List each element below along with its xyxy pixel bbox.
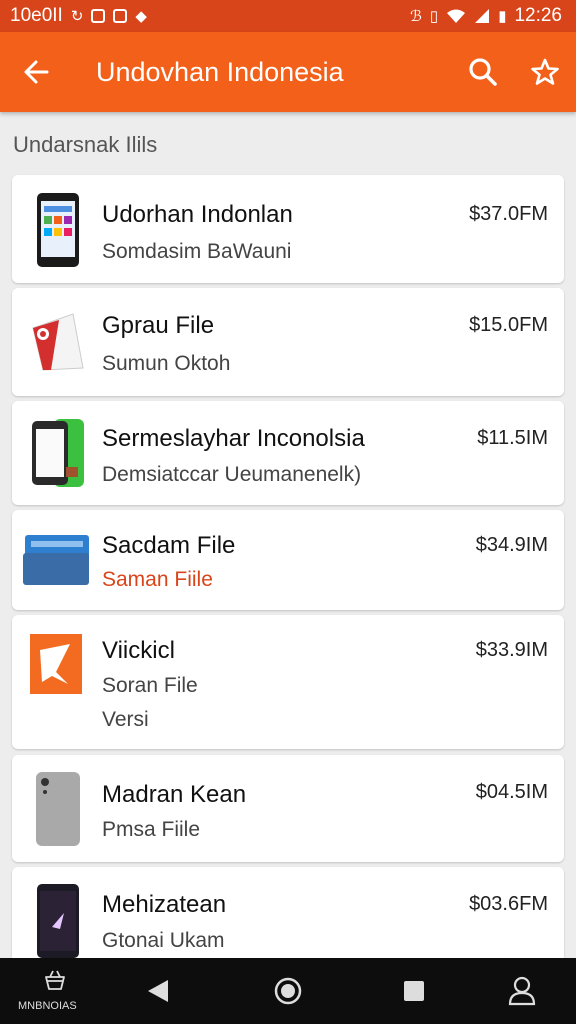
item-subtitle: Soran File (102, 674, 198, 697)
list-item[interactable]: Viickicl Soran File Versi $33.9IM (12, 615, 564, 749)
list-item[interactable]: Udorhan Indonlan Somdasim BaWauni $37.0F… (12, 175, 564, 283)
status-left-text: 10e0II (10, 5, 63, 26)
list-item[interactable]: Mehizatean Gtonai Ukam $03.6FM (12, 867, 564, 967)
section-label: Undarsnak Ilils (13, 132, 158, 157)
page-title: Undovhan Indonesia (96, 56, 344, 87)
square-recents-icon (404, 981, 424, 1001)
sync-icon: ↻ (70, 7, 84, 25)
item-title: Mehizatean (102, 891, 227, 918)
app-notification-icon: ◆ (135, 7, 147, 25)
nav-label: MNBNOIAS (18, 1000, 77, 1012)
triangle-back-icon (148, 980, 168, 1002)
item-title: Sermeslayhar Inconolsia (102, 425, 365, 452)
profile-nav-button[interactable] (494, 958, 550, 1024)
home-circle-icon (274, 977, 302, 1005)
vibrate-icon: ▯ (429, 7, 439, 25)
list-item[interactable]: Sacdam File Saman Fiile $34.9IM (12, 510, 564, 610)
item-price: $04.5IM (475, 781, 548, 803)
star-icon (531, 58, 559, 85)
list-item[interactable]: Sermeslayhar Inconolsia Demsiatccar Ueum… (12, 401, 564, 505)
notification-icon (91, 9, 106, 23)
folder-thumbnail (20, 524, 92, 594)
bluetooth-icon: ℬ (410, 7, 422, 25)
phone-thumbnail (28, 883, 88, 959)
mail-icon (113, 9, 128, 23)
navigation-bar: MNBNOIAS (0, 958, 576, 1024)
item-price: $11.5IM (477, 427, 548, 449)
phone-thumbnail (28, 415, 88, 491)
app-thumbnail (30, 633, 82, 695)
status-time: 12:26 (514, 5, 562, 26)
back-nav-button[interactable] (130, 958, 186, 1024)
recents-nav-button[interactable] (386, 958, 442, 1024)
item-subtitle: Gtonai Ukam (102, 929, 225, 952)
status-right: ℬ ▯ ▮ 12:26 (410, 5, 562, 27)
item-price: $15.0FM (469, 314, 548, 336)
wifi-icon (447, 9, 466, 23)
battery-icon: ▮ (498, 7, 507, 25)
status-bar: 10e0II ↻ ◆ ℬ ▯ ▮ 12:26 (0, 0, 576, 32)
basket-button[interactable] (20, 958, 90, 1024)
item-title: Madran Kean (102, 781, 247, 808)
item-subtitle: Saman Fiile (102, 568, 213, 591)
search-button[interactable] (452, 32, 514, 112)
person-icon (508, 976, 536, 1006)
item-price: $03.6FM (469, 893, 548, 915)
item-price: $37.0FM (469, 203, 548, 225)
signal-icon (475, 9, 490, 23)
item-title: Gprau File (102, 312, 215, 339)
status-left: 10e0II ↻ ◆ (10, 5, 147, 27)
app-bar: Undovhan Indonesia (0, 32, 576, 112)
item-version: Versi (102, 708, 149, 731)
item-subtitle: Demsiatccar Ueumanenelk) (102, 463, 362, 486)
item-title: Viickicl (102, 637, 175, 664)
item-subtitle: Pmsa Fiile (102, 818, 201, 841)
item-subtitle: Sumun Oktoh (102, 352, 231, 375)
list-item[interactable]: Madran Kean Pmsa Fiile $04.5IM (12, 755, 564, 862)
home-nav-button[interactable] (259, 958, 317, 1024)
back-button[interactable] (0, 32, 72, 112)
favorite-button[interactable] (514, 32, 576, 112)
item-title: Udorhan Indonlan (102, 201, 293, 228)
item-title: Sacdam File (102, 532, 236, 559)
back-arrow-icon (24, 60, 49, 84)
item-price: $34.9IM (475, 534, 548, 556)
phone-thumbnail (28, 191, 88, 269)
item-price: $33.9IM (475, 639, 548, 661)
file-thumbnail (28, 306, 88, 378)
phone-thumbnail (28, 769, 88, 849)
item-subtitle: Somdasim BaWauni (102, 240, 292, 263)
list-item[interactable]: Gprau File Sumun Oktoh $15.0FM (12, 288, 564, 396)
search-icon (469, 58, 497, 86)
basket-icon (45, 970, 65, 990)
